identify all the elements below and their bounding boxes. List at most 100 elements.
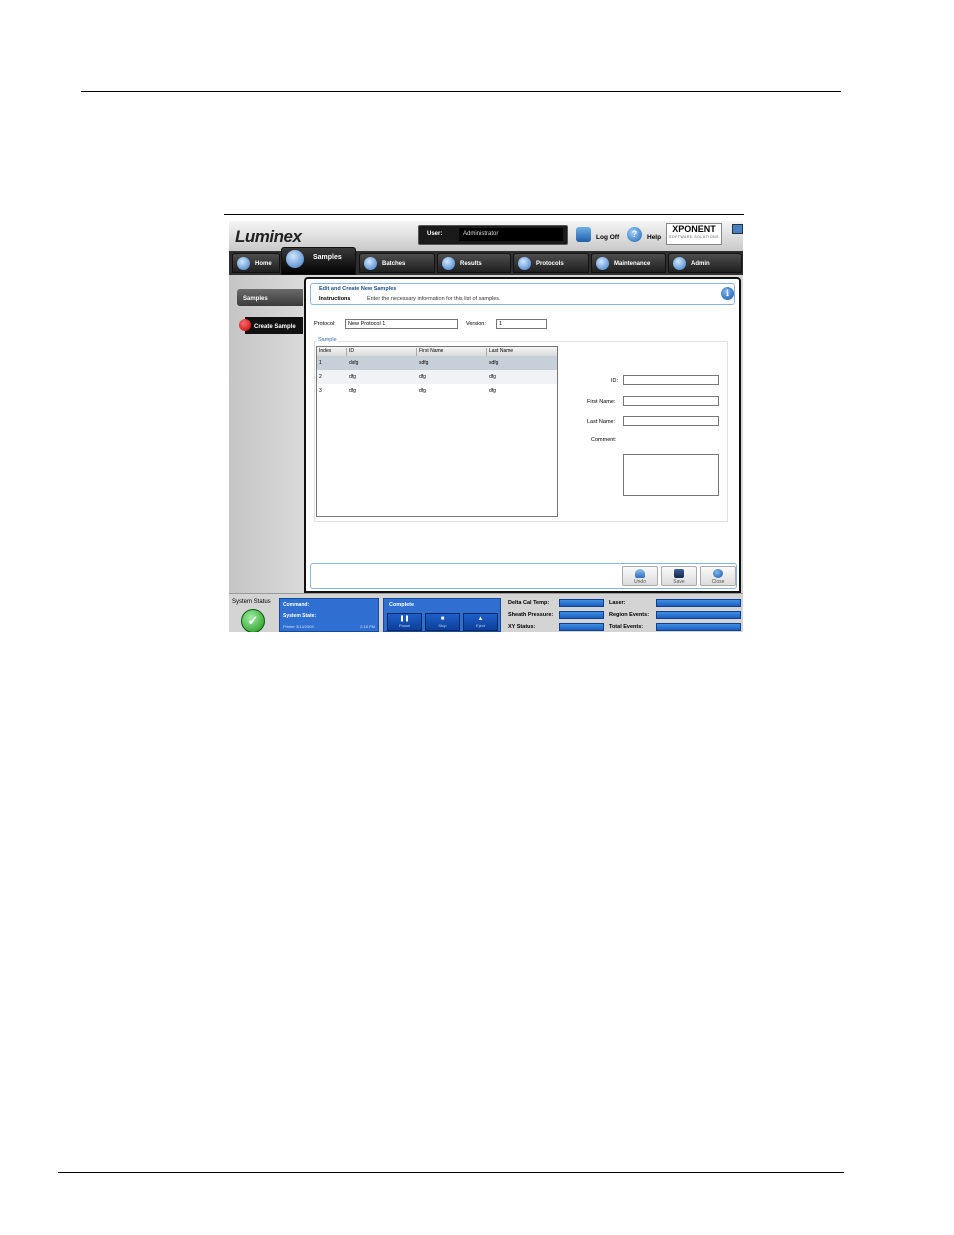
region-events-meter	[656, 611, 741, 619]
tab-protocols-label: Protocols	[536, 261, 564, 267]
help-icon[interactable]: ?	[627, 227, 642, 242]
tab-maintenance[interactable]: Maintenance	[591, 253, 666, 273]
brand-main: XPONENT	[672, 224, 716, 234]
logoff-icon[interactable]	[576, 227, 591, 242]
delta-cal-temp-label: Delta Cal Temp:	[508, 600, 550, 606]
version-label: Version:	[466, 321, 486, 327]
maintenance-icon	[596, 257, 609, 270]
tab-results-label: Results	[460, 261, 482, 267]
id-label: ID:	[611, 378, 619, 384]
panel-title: Edit and Create New Samples	[319, 286, 397, 292]
column-header-id[interactable]: ID	[347, 348, 417, 356]
eject-button[interactable]: ▲ Eject	[463, 613, 498, 631]
tab-batches[interactable]: Batches	[359, 253, 435, 273]
column-header-last-name[interactable]: Last Name	[487, 348, 557, 356]
system-status-check-icon[interactable]: ✓	[241, 609, 265, 632]
results-icon	[442, 257, 455, 270]
user-value: Administrator	[459, 228, 563, 241]
stop-label: Stop	[438, 623, 447, 628]
laser-meter	[656, 599, 741, 607]
tab-home-label: Home	[255, 261, 272, 267]
undo-button[interactable]: Undo	[622, 566, 658, 586]
tab-protocols[interactable]: Protocols	[513, 253, 589, 273]
action-toolbar: Undo Save Close	[310, 563, 737, 589]
sample-table: Index ID First Name Last Name 1 dsfg sdf…	[316, 346, 558, 517]
eject-label: Eject	[476, 623, 485, 628]
figure-top-rule	[224, 214, 744, 215]
comment-field[interactable]	[623, 454, 719, 496]
table-row[interactable]: 2 dfg dfg dfg	[317, 370, 557, 384]
xponent-window: Luminex User: Administrator Log Off ? He…	[229, 221, 743, 632]
cell-first-name: sdfg	[419, 360, 429, 366]
page-bottom-rule	[58, 1172, 844, 1173]
cell-index: 2	[319, 374, 322, 380]
tab-home[interactable]: Home	[232, 253, 280, 273]
instructions-text: Enter the necessary information for this…	[367, 296, 501, 302]
cell-id: dfg	[349, 374, 356, 380]
delta-cal-temp-meter	[559, 599, 604, 607]
xy-status-meter	[559, 623, 604, 631]
table-row[interactable]: 1 dsfg sdfg sdfg	[317, 356, 557, 370]
id-field[interactable]	[623, 375, 719, 385]
samples-icon	[286, 250, 304, 268]
close-label: Close	[711, 579, 725, 585]
tab-samples[interactable]: Samples	[281, 247, 356, 275]
sample-group-label: Sample	[317, 337, 338, 343]
xy-status-label: XY Status:	[508, 624, 536, 630]
command-panel: Command: System State: Printer 3/14/2009…	[279, 598, 379, 632]
undo-label: Undo	[634, 579, 646, 585]
save-button[interactable]: Save	[661, 566, 697, 586]
save-label: Save	[673, 579, 685, 585]
run-state: Complete	[389, 602, 415, 608]
tab-batches-label: Batches	[382, 261, 406, 267]
pause-button[interactable]: ❚❚ Pause	[387, 613, 422, 631]
protocols-icon	[518, 257, 531, 270]
close-button[interactable]: Close	[700, 566, 736, 586]
cell-first-name: dfg	[419, 374, 426, 380]
home-icon	[237, 257, 250, 270]
sheath-pressure-meter	[559, 611, 604, 619]
last-name-field[interactable]	[623, 416, 719, 426]
tab-admin[interactable]: Admin	[668, 253, 742, 273]
logoff-button[interactable]: Log Off	[596, 234, 619, 241]
command-label: Command:	[283, 602, 310, 608]
column-header-first-name[interactable]: First Name	[417, 348, 487, 356]
status-bar: System Status ✓ Command: System State: P…	[229, 593, 743, 632]
admin-icon	[673, 257, 686, 270]
comment-label: Comment:	[591, 437, 617, 443]
first-name-label: First Name:	[587, 399, 616, 405]
last-name-label: Last Name:	[587, 419, 616, 425]
version-field[interactable]: 1	[496, 319, 547, 329]
cell-id: dfg	[349, 388, 356, 394]
luminex-logo: Luminex	[235, 227, 302, 246]
protocol-label: Protocol:	[314, 321, 336, 327]
sidebar-item-create-sample-label: Create Sample	[254, 324, 296, 330]
sidebar-item-create-sample[interactable]: Create Sample	[239, 317, 303, 334]
table-row[interactable]: 3 dfg dfg dfg	[317, 384, 557, 398]
info-icon[interactable]: i	[721, 287, 734, 300]
stop-icon: ■	[440, 616, 445, 622]
save-icon	[674, 569, 684, 578]
protocol-field[interactable]: New Protocol 1	[345, 319, 458, 329]
total-events-label: Total Events:	[609, 624, 644, 630]
tab-samples-label: Samples	[313, 254, 342, 261]
eject-icon: ▲	[477, 616, 484, 622]
cell-first-name: dfg	[419, 388, 426, 394]
tab-results[interactable]: Results	[437, 253, 511, 273]
sidebar: Samples Create Sample	[229, 275, 304, 593]
cell-index: 3	[319, 388, 322, 394]
status-time: 2:18 PM	[360, 624, 375, 629]
stop-button[interactable]: ■ Stop	[425, 613, 460, 631]
main-tabs: Home Samples Batches Results Protocols M…	[229, 247, 743, 275]
region-events-label: Region Events:	[609, 612, 650, 618]
column-header-index[interactable]: Index	[317, 348, 347, 356]
laser-label: Laser:	[609, 600, 626, 606]
help-button[interactable]: Help	[647, 234, 661, 241]
sidebar-item-samples[interactable]: Samples	[237, 289, 303, 306]
xponent-logo: XPONENT SOFTWARE SOLUTIONS	[666, 223, 722, 245]
first-name-field[interactable]	[623, 396, 719, 406]
user-label: User:	[427, 231, 443, 237]
sheath-pressure-label: Sheath Pressure:	[508, 612, 554, 618]
minimize-button[interactable]	[732, 224, 743, 234]
printer-label: Printer 3/14/2009	[283, 624, 314, 629]
